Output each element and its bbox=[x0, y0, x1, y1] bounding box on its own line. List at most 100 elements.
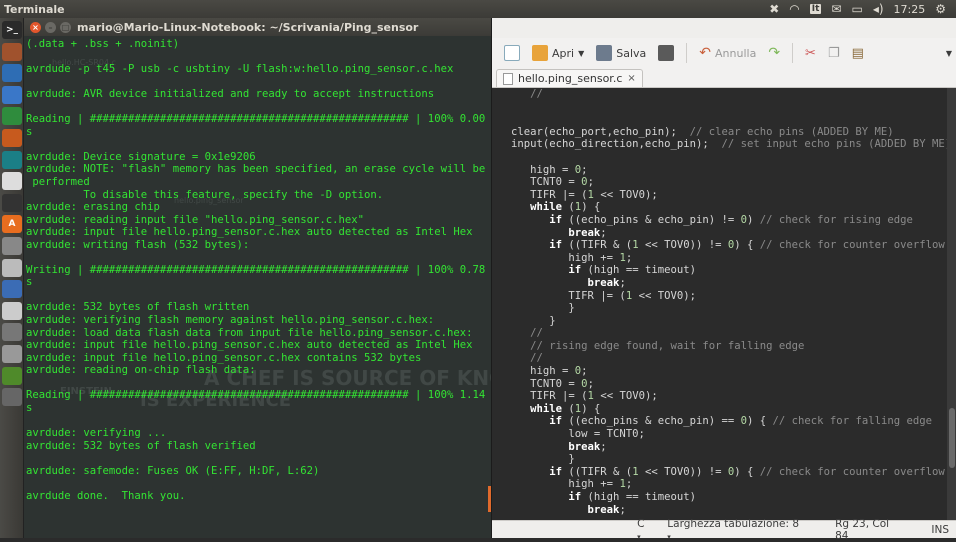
terminal-line: avrdude: load data flash data from input… bbox=[26, 326, 473, 339]
software-center-app-icon[interactable]: A bbox=[2, 215, 22, 234]
eagle-app-icon[interactable] bbox=[2, 193, 22, 212]
code-token: << TOV0)) != bbox=[638, 239, 728, 252]
code-token: if bbox=[511, 213, 563, 226]
code-token: ) { bbox=[747, 415, 773, 428]
arduino-app-icon[interactable] bbox=[2, 150, 22, 169]
code-token: while bbox=[511, 201, 563, 214]
terminal-titlebar[interactable]: × – □ mario@Mario-Linux-Notebook: ~/Scri… bbox=[24, 18, 491, 36]
app-green-icon[interactable] bbox=[2, 366, 22, 385]
chevron-down-icon: ▾ bbox=[667, 532, 671, 541]
cut-button[interactable]: ✂ bbox=[801, 44, 820, 63]
code-token: TCNT0 = bbox=[511, 176, 582, 189]
code-line: TCNT0 = 0; bbox=[492, 176, 947, 189]
terminal-line: avrdude done. Thank you. bbox=[26, 489, 186, 502]
code-token: TCNT0 = bbox=[511, 377, 582, 390]
code-token: ) { bbox=[734, 239, 760, 252]
power-gear-icon[interactable]: ⚙ bbox=[935, 2, 946, 16]
redo-button[interactable]: ↷ bbox=[764, 43, 784, 63]
print-button[interactable] bbox=[654, 43, 678, 63]
terminal-app-icon[interactable]: >_ bbox=[2, 21, 22, 39]
toolbar-separator bbox=[686, 43, 688, 63]
trash-app-icon[interactable] bbox=[2, 388, 22, 407]
dropbox-icon[interactable]: ✖ bbox=[769, 2, 779, 16]
terminal-line: avrdude: Device signature = 0x1e9206 bbox=[26, 150, 256, 163]
mail-icon[interactable]: ✉ bbox=[831, 2, 841, 16]
terminal-output[interactable]: (.data + .bss + .noinit) avrdude -p t45 -… bbox=[26, 38, 485, 502]
code-token: if bbox=[511, 239, 563, 252]
code-line: while (1) { bbox=[492, 403, 947, 416]
tool-app-icon[interactable] bbox=[2, 323, 22, 342]
editor-statusbar: C ▾ Larghezza tabulazione: 8 ▾ Rg 23, Co… bbox=[492, 518, 956, 542]
code-token: << TOV0); bbox=[593, 390, 658, 403]
open-button[interactable]: Apri ▼ bbox=[528, 43, 588, 63]
code-line: input(echo_direction,echo_pin); // set i… bbox=[492, 138, 947, 151]
chevron-down-icon[interactable]: ▼ bbox=[578, 49, 584, 58]
code-token: TIFR |= ( bbox=[511, 289, 626, 302]
editor-titlebar[interactable] bbox=[492, 18, 956, 38]
code-token: ; bbox=[587, 176, 594, 189]
terminal-window[interactable]: × – □ mario@Mario-Linux-Notebook: ~/Scri… bbox=[24, 18, 528, 538]
code-token: // rising edge found, wait for falling e… bbox=[511, 339, 805, 352]
code-token: ((TIFR & ( bbox=[562, 239, 633, 252]
code-token: // bbox=[511, 352, 543, 365]
overflow-menu-button[interactable]: ▼ bbox=[942, 47, 956, 60]
minimize-icon[interactable]: – bbox=[45, 21, 56, 33]
mail-app-icon[interactable] bbox=[2, 258, 22, 277]
scrollbar-thumb[interactable] bbox=[949, 408, 955, 468]
folder-icon bbox=[532, 45, 548, 61]
clock[interactable]: 17:25 bbox=[894, 3, 926, 16]
keyboard-layout-indicator[interactable]: It bbox=[809, 4, 822, 14]
code-token: ; bbox=[619, 276, 626, 289]
calc-app-icon[interactable] bbox=[2, 107, 22, 126]
code-token: << TOV0); bbox=[593, 188, 658, 201]
wifi-icon[interactable]: ◠ bbox=[789, 2, 799, 16]
code-token: break bbox=[511, 503, 620, 516]
code-token: // check for counter overflow bbox=[759, 239, 945, 252]
text-file-icon bbox=[503, 72, 513, 85]
terminal-line: (.data + .bss + .noinit) bbox=[26, 38, 180, 50]
undo-button[interactable]: ↶ Annulla bbox=[695, 43, 760, 63]
settings-app-icon[interactable] bbox=[2, 236, 22, 255]
copy-button[interactable]: ❐ bbox=[824, 44, 844, 63]
code-token: ; bbox=[619, 503, 626, 516]
battery-icon[interactable]: ▭ bbox=[851, 2, 862, 16]
save-button[interactable]: Salva bbox=[592, 43, 650, 63]
editor-window[interactable]: Apri ▼ Salva ↶ Annulla ↷ ✂ ❐ ▤ ▼ hello.p… bbox=[491, 18, 956, 542]
code-line: break; bbox=[492, 504, 947, 517]
code-token: << TOV0)) != bbox=[638, 465, 728, 478]
writer-app-icon[interactable] bbox=[2, 85, 22, 104]
toolbar-separator bbox=[792, 43, 794, 63]
code-token: ( bbox=[562, 201, 575, 214]
terminal-line: avrdude: erasing chip bbox=[26, 201, 160, 214]
paste-button[interactable]: ▤ bbox=[848, 44, 868, 63]
drive-app-icon[interactable] bbox=[2, 301, 22, 320]
maximize-icon[interactable]: □ bbox=[60, 21, 71, 33]
files-app-icon[interactable] bbox=[2, 42, 22, 61]
code-token: ; bbox=[625, 251, 633, 264]
new-file-button[interactable] bbox=[500, 43, 524, 63]
tab-hello-ping-sensor[interactable]: hello.ping_sensor.c × bbox=[496, 69, 643, 87]
browser-app-icon[interactable] bbox=[2, 64, 22, 83]
code-token: (high == timeout) bbox=[581, 491, 696, 503]
terminal-title: mario@Mario-Linux-Notebook: ~/Scrivania/… bbox=[77, 20, 419, 34]
code-token: // check for rising edge bbox=[759, 213, 913, 226]
code-token: } bbox=[511, 314, 556, 327]
app-grey-icon[interactable] bbox=[2, 344, 22, 363]
code-token: // clear echo pins (ADDED BY ME) bbox=[689, 125, 894, 138]
launcher: >_ A bbox=[0, 18, 24, 538]
code-token: break bbox=[511, 440, 601, 453]
code-token: ) bbox=[747, 213, 760, 226]
volume-icon[interactable]: ◂) bbox=[873, 2, 884, 16]
terminal-line: avrdude: safemode: Fuses OK (E:FF, H:DF,… bbox=[26, 464, 320, 477]
text-app-icon[interactable] bbox=[2, 172, 22, 191]
code-area[interactable]: // clear(echo_port,echo_pin); // clear ec… bbox=[492, 88, 947, 535]
impress-app-icon[interactable] bbox=[2, 128, 22, 147]
app-blue-icon[interactable] bbox=[2, 280, 22, 299]
close-icon[interactable]: × bbox=[30, 21, 41, 33]
close-tab-icon[interactable]: × bbox=[627, 73, 635, 84]
code-token: ; bbox=[625, 478, 633, 491]
vertical-scrollbar[interactable] bbox=[947, 88, 956, 535]
